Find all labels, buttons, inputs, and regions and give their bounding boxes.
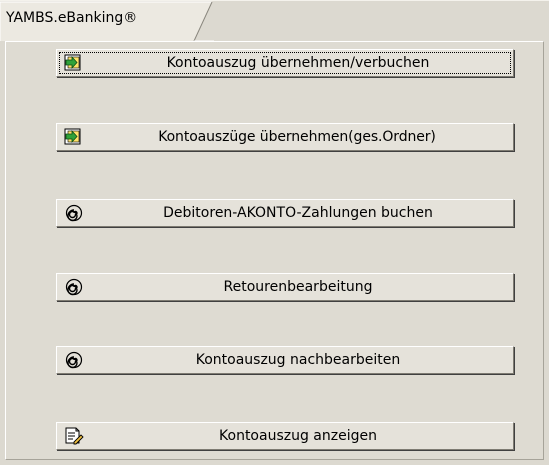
- spiral-icon: [64, 278, 84, 296]
- button-label: Kontoauszug anzeigen: [219, 428, 377, 444]
- content-panel: [5, 41, 544, 460]
- kontoauszug-nachbearbeiten-button[interactable]: Kontoauszug nachbearbeiten: [56, 346, 514, 374]
- button-label: Retourenbearbeitung: [223, 279, 373, 295]
- document-display-icon: [64, 427, 84, 445]
- main-frame: YAMBS.eBanking® Kontoauszug übernehmen/v…: [0, 0, 549, 465]
- tab-label: YAMBS.eBanking®: [6, 10, 138, 26]
- tab-yambs-ebanking[interactable]: YAMBS.eBanking®: [0, 1, 214, 42]
- import-arrow-icon: [64, 54, 84, 72]
- kontoauszuege-uebernehmen-ordner-button[interactable]: Kontoauszüge übernehmen(ges.Ordner): [56, 123, 514, 151]
- kontoauszug-uebernehmen-verbuchen-button[interactable]: Kontoauszug übernehmen/verbuchen: [56, 49, 514, 77]
- button-label: Debitoren-AKONTO-Zahlungen buchen: [163, 205, 433, 221]
- spiral-icon: [64, 351, 84, 369]
- spiral-icon: [64, 204, 84, 222]
- button-label: Kontoauszug nachbearbeiten: [195, 352, 401, 368]
- button-label: Kontoauszüge übernehmen(ges.Ordner): [158, 129, 436, 145]
- import-arrow-icon: [64, 128, 84, 146]
- retourenbearbeitung-button[interactable]: Retourenbearbeitung: [56, 273, 514, 301]
- kontoauszug-anzeigen-button[interactable]: Kontoauszug anzeigen: [56, 422, 514, 450]
- button-label: Kontoauszug übernehmen/verbuchen: [166, 55, 430, 71]
- debitoren-akonto-zahlungen-buchen-button[interactable]: Debitoren-AKONTO-Zahlungen buchen: [56, 199, 514, 227]
